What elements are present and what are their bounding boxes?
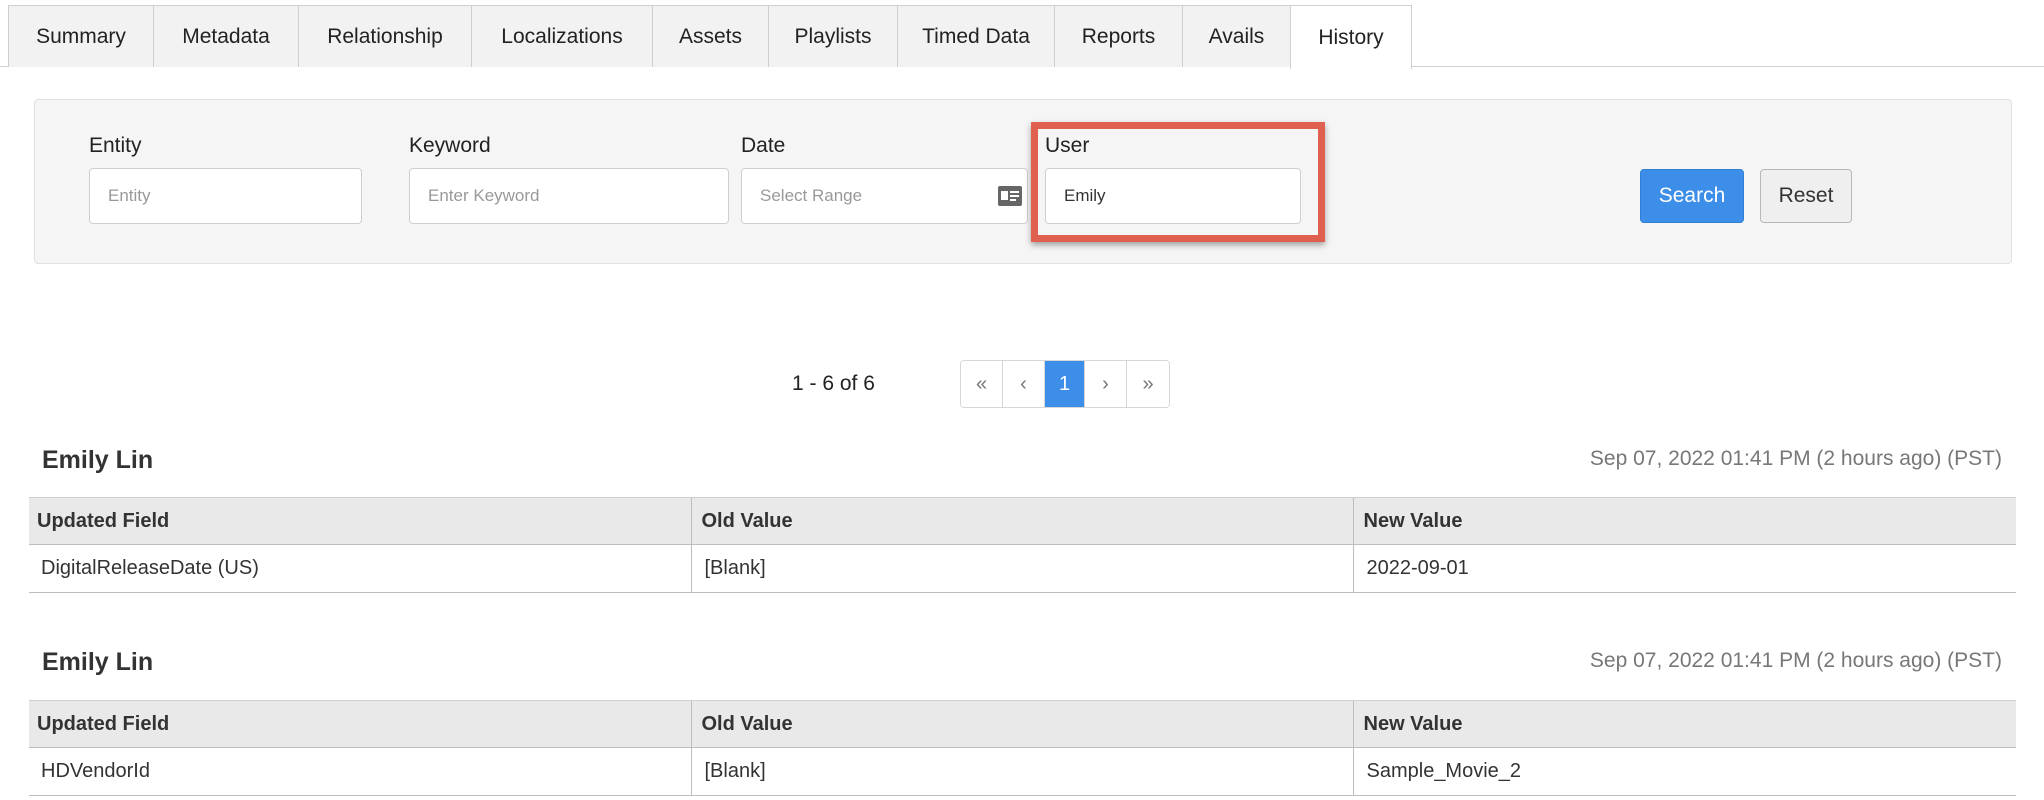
old-value-cell: [Blank] [690,747,1353,796]
column-header: New Value [1352,700,2016,748]
tab-summary[interactable]: Summary [8,5,154,67]
tab-playlists[interactable]: Playlists [768,5,898,67]
pagination: « ‹ 1 › » [960,360,1170,408]
page-1-button[interactable]: 1 [1045,361,1085,407]
entity-input[interactable]: Entity [89,168,362,224]
column-header: Updated Field [29,700,691,748]
first-page-button[interactable]: « [961,361,1003,407]
search-button[interactable]: Search [1640,169,1744,223]
tab-relationship[interactable]: Relationship [298,5,472,67]
entry-user-name: Emily Lin [42,446,154,474]
table-row: HDVendorId [Blank] Sample_Movie_2 [29,747,2016,796]
date-label: Date [741,134,786,157]
reset-button[interactable]: Reset [1760,169,1852,223]
column-header: Old Value [690,700,1353,748]
date-range-input[interactable]: Select Range [741,168,1028,224]
prev-page-button[interactable]: ‹ [1003,361,1045,407]
table-header-row: Updated Field Old Value New Value [29,497,2016,545]
entity-label: Entity [89,134,142,157]
entry-timestamp: Sep 07, 2022 01:41 PM (2 hours ago) (PST… [1589,447,2002,470]
tab-timed-data[interactable]: Timed Data [897,5,1055,67]
entry-timestamp: Sep 07, 2022 01:41 PM (2 hours ago) (PST… [1589,649,2002,672]
date-range-placeholder: Select Range [760,186,863,205]
updated-field-cell: HDVendorId [29,747,691,796]
tab-metadata[interactable]: Metadata [153,5,299,67]
tab-history[interactable]: History [1290,5,1412,69]
calendar-icon[interactable] [997,185,1023,207]
user-label: User [1045,134,1090,157]
table-row: DigitalReleaseDate (US) [Blank] 2022-09-… [29,544,2016,593]
keyword-input[interactable]: Enter Keyword [409,168,729,224]
new-value-cell: 2022-09-01 [1352,544,2016,593]
table-header-row: Updated Field Old Value New Value [29,700,2016,748]
tab-reports[interactable]: Reports [1054,5,1183,67]
keyword-label: Keyword [409,134,491,157]
column-header: Updated Field [29,497,691,545]
history-table: Updated Field Old Value New Value Digita… [29,497,2016,593]
column-header: Old Value [690,497,1353,545]
old-value-cell: [Blank] [690,544,1353,593]
history-table: Updated Field Old Value New Value HDVend… [29,700,2016,796]
last-page-button[interactable]: » [1127,361,1169,407]
entry-user-name: Emily Lin [42,648,154,676]
tab-assets[interactable]: Assets [652,5,769,67]
column-header: New Value [1352,497,2016,545]
new-value-cell: Sample_Movie_2 [1352,747,2016,796]
tab-avails[interactable]: Avails [1182,5,1291,67]
result-count: 1 - 6 of 6 [792,372,875,395]
tab-localizations[interactable]: Localizations [471,5,653,67]
tab-bar: Summary Metadata Relationship Localizati… [8,5,1412,69]
updated-field-cell: DigitalReleaseDate (US) [29,544,691,593]
user-input[interactable]: Emily [1045,168,1301,224]
next-page-button[interactable]: › [1085,361,1127,407]
